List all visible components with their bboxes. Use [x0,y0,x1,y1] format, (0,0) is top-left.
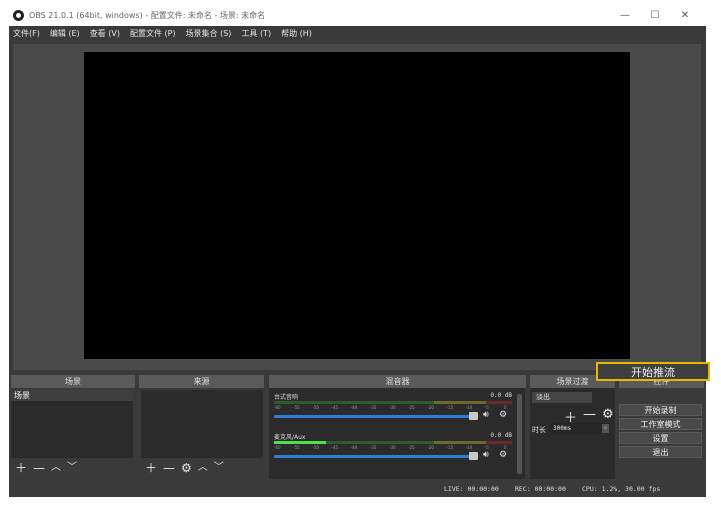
scene-list-item[interactable]: 场景 [11,390,133,401]
volume-meter [274,401,512,404]
close-button[interactable]: ✕ [670,10,700,21]
exit-button[interactable]: 退出 [619,446,702,458]
menu-scene-collection[interactable]: 场景集合 (S) [186,28,232,39]
meter-tick-label: -30 [389,405,396,410]
preview-area [13,44,701,370]
preview-canvas[interactable] [84,52,630,359]
studio-mode-button[interactable]: 工作室模式 [619,418,702,430]
remove-source-icon[interactable]: — [163,462,175,474]
maximize-button[interactable]: ☐ [640,10,670,21]
obs-logo-icon [13,10,24,21]
channel-name: 台式音响 [274,394,299,401]
rec-timer: REC: 00:00:00 [515,485,566,493]
scenes-list[interactable]: 场景 [11,390,133,458]
meter-tick-label: -25 [408,445,415,450]
meter-tick-label: -45 [331,445,339,450]
gear-icon[interactable]: ⚙ [499,450,507,460]
volume-slider-handle[interactable] [469,452,478,460]
meter-tick-label: -45 [331,405,339,410]
source-move-up-icon[interactable]: ︿ [198,462,208,474]
remove-scene-icon[interactable]: — [33,462,45,474]
meter-ticks: -60 -55 -50 -45 -40 -35 -30 -25 -20 -15 -10 -5 0 [274,445,512,450]
main-window: 文件(F) 编辑 (E) 查看 (V) 配置文件 (P) 场景集合 (S) 工具… [9,26,706,497]
speaker-icon[interactable]: 🔊︎ [483,450,489,460]
meter-tick-label: -35 [369,445,377,450]
window-title: OBS 21.0.1 (64bit, windows) - 配置文件: 未命名 … [29,11,266,20]
add-scene-icon[interactable]: ＋ [15,462,27,474]
start-recording-button[interactable]: 开始录制 [619,404,702,416]
channel-db: 0.0 dB [490,432,512,439]
meter-tick-label: -20 [427,445,434,450]
status-bar: LIVE: 00:00:00 REC: 00:00:00 CPU: 1.2%, … [9,483,706,497]
live-timer: LIVE: 00:00:00 [444,485,499,493]
volume-meter [274,441,512,444]
channel-db: 0.0 dB [490,392,512,399]
meter-ticks: -60 -55 -50 -45 -40 -35 -30 -25 -20 -15 -10 -5 0 [274,405,512,410]
mixer-scrollbar[interactable] [517,394,522,474]
meter-tick-label: -50 [312,405,319,410]
duration-value: 300ms [553,425,572,432]
meter-tick-label: -50 [312,445,319,450]
duration-spin-icon[interactable]: ◇ [602,424,609,433]
meter-tick-label: -55 [293,445,300,450]
minimize-button[interactable]: — [610,10,640,21]
move-up-icon[interactable]: ︿ [51,462,61,474]
meter-tick-label: -10 [465,405,473,410]
sources-dock-title: 来源 [139,375,264,388]
meter-tick-label: -60 [274,445,281,450]
scenes-toolbar: ＋ — ︿ ﹀ [15,462,77,474]
meter-tick-label: -40 [350,405,358,410]
cpu-fps: CPU: 1.2%, 30.00 fps [582,485,661,493]
menu-file[interactable]: 文件(F) [13,28,40,39]
menu-bar: 文件(F) 编辑 (E) 查看 (V) 配置文件 (P) 场景集合 (S) 工具… [9,26,706,40]
speaker-icon[interactable]: 🔊︎ [483,410,489,420]
transition-select[interactable]: 淡出 [532,392,592,403]
duration-label: 时长 [532,426,546,434]
window-controls: — ☐ ✕ [610,5,700,26]
scenes-dock-title: 场景 [11,375,135,388]
channel-name: 麦克风/Aux [274,434,306,441]
meter-tick-label: -30 [389,445,396,450]
menu-edit[interactable]: 编辑 (E) [50,28,80,39]
meter-tick-label: -35 [369,405,377,410]
meter-tick-label: -60 [274,405,281,410]
menu-profile[interactable]: 配置文件 (P) [130,28,176,39]
menu-tools[interactable]: 工具 (T) [241,28,271,39]
volume-slider-handle[interactable] [469,412,478,420]
sources-list[interactable] [141,390,263,458]
volume-slider[interactable] [274,455,474,458]
meter-tick-label: -15 [446,445,454,450]
meter-tick-label: -10 [465,445,473,450]
source-move-down-icon[interactable]: ﹀ [214,462,224,474]
menu-view[interactable]: 查看 (V) [90,28,120,39]
mixer-dock-title: 混音器 [269,375,526,388]
meter-tick-label: -25 [408,405,415,410]
meter-tick-label: -55 [293,405,300,410]
sources-toolbar: ＋ — ⚙ ︿ ﹀ [145,462,224,474]
title-bar: OBS 21.0.1 (64bit, windows) - 配置文件: 未命名 … [9,5,706,26]
volume-slider[interactable] [274,415,474,418]
meter-tick-label: -40 [350,445,358,450]
move-down-icon[interactable]: ﹀ [67,462,77,474]
add-source-icon[interactable]: ＋ [145,462,157,474]
gear-icon[interactable]: ⚙ [499,410,507,420]
meter-tick-label: -20 [427,405,434,410]
meter-tick-label: -15 [446,405,454,410]
menu-help[interactable]: 帮助 (H) [281,28,312,39]
source-properties-gear-icon[interactable]: ⚙ [181,462,192,474]
duration-input[interactable]: 300ms ◇ [550,423,610,434]
start-streaming-button[interactable]: 开始推流 [596,362,710,381]
mixer-panel: 台式音响 0.0 dB -60 -55 -50 -45 -40 -35 -30 -25 -20 -… [269,388,525,479]
settings-button[interactable]: 设置 [619,432,702,444]
